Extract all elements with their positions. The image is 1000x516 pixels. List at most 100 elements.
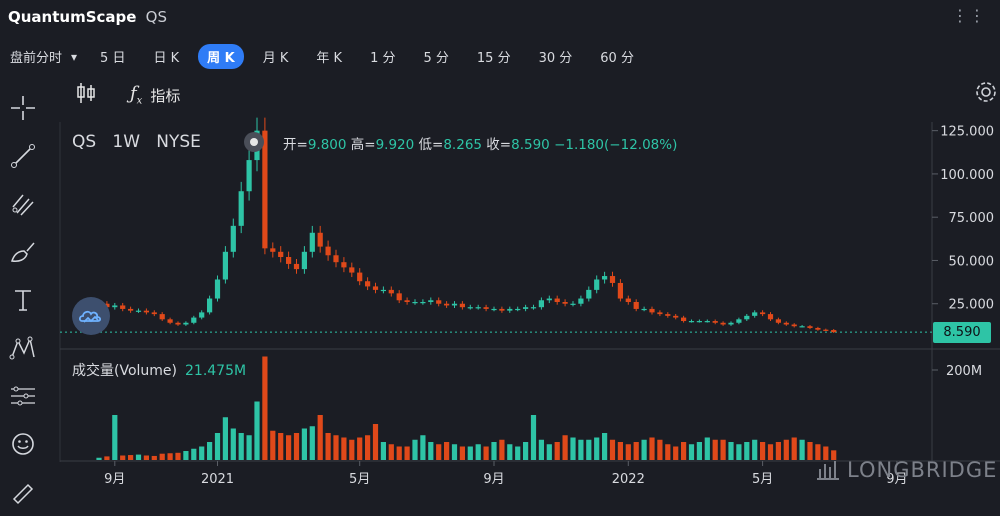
volume-bar — [459, 446, 465, 460]
volume-bar — [641, 439, 647, 460]
candle-body — [641, 308, 647, 311]
volume-bar — [467, 446, 473, 460]
volume-bar — [499, 439, 505, 460]
candle-body — [309, 232, 315, 252]
volume-tick-label: 200M — [946, 364, 982, 379]
candle-body — [412, 302, 418, 304]
volume-bar — [428, 442, 434, 460]
volume-bar — [222, 417, 228, 460]
volume-bar — [491, 442, 497, 460]
candle-body — [617, 282, 623, 299]
candle-body — [444, 303, 450, 306]
candle-body — [459, 303, 465, 308]
brand-name: LONGBRIDGE — [847, 458, 998, 482]
volume-bar — [151, 455, 157, 460]
volume-bar — [625, 444, 631, 460]
candle-body — [475, 307, 481, 309]
ohlc-readout: 开=9.800 高=9.920 低=8.265 收=8.590 −1.180(−… — [283, 133, 677, 153]
candle-body — [191, 317, 197, 323]
candle-body — [807, 326, 813, 328]
volume-bar — [309, 426, 315, 460]
candle-body — [649, 308, 655, 313]
chart-visibility-toggle[interactable] — [243, 131, 265, 157]
change-percent: (−12.08%) — [604, 137, 678, 153]
volume-bar — [767, 444, 774, 460]
volume-bar — [404, 446, 410, 460]
candle-body — [135, 310, 142, 312]
volume-bar — [752, 439, 758, 460]
volume-bar — [357, 437, 363, 460]
volume-bar — [167, 453, 173, 460]
candle-body — [712, 321, 718, 323]
volume-bar — [578, 439, 584, 460]
price-tick-label: 100.000 — [940, 168, 994, 183]
volume-bar — [791, 437, 797, 460]
candle-body — [207, 298, 213, 313]
candle-body — [388, 289, 394, 294]
volume-bar — [783, 439, 789, 460]
volume-bar — [191, 448, 197, 460]
low-label: 低= — [418, 137, 444, 153]
volume-bar — [538, 439, 544, 460]
volume-bar — [175, 452, 181, 460]
volume-bar — [388, 444, 394, 460]
chart-exchange: NYSE — [156, 132, 201, 152]
candle-body — [396, 293, 402, 301]
candle-body — [594, 279, 600, 290]
candle-body — [428, 300, 434, 302]
candle-body — [815, 327, 821, 330]
volume-bar — [775, 442, 781, 460]
candle-body — [831, 330, 837, 333]
volume-bar — [246, 435, 252, 460]
volume-bar — [104, 456, 110, 460]
candle-body — [293, 263, 300, 270]
volume-label: 成交量(Volume) 21.475M — [72, 360, 246, 380]
volume-bar — [349, 439, 355, 460]
volume-bar — [270, 430, 276, 460]
time-tick-label: 5月 — [752, 472, 773, 487]
candle-body — [728, 322, 734, 325]
candle-body — [270, 248, 276, 252]
candle-body — [736, 319, 742, 323]
candle-body — [538, 300, 544, 308]
cloud-icon[interactable] — [72, 297, 110, 335]
candle-body — [175, 322, 181, 325]
volume-bar — [688, 444, 695, 460]
volume-bar — [333, 435, 339, 460]
volume-bar — [483, 446, 489, 460]
candle-body — [783, 322, 789, 325]
candle-body — [286, 257, 292, 264]
candle-body — [128, 308, 134, 311]
open-label: 开= — [283, 137, 308, 153]
volume-bar — [120, 455, 126, 460]
volume-bar — [657, 439, 663, 460]
brand-watermark: LONGBRIDGE — [815, 458, 997, 482]
candle-body — [799, 326, 805, 328]
longbridge-logo-icon — [817, 461, 839, 480]
high-value: 9.920 — [375, 137, 415, 153]
candle-body — [357, 272, 363, 282]
candle-body — [657, 312, 663, 315]
candle-body — [515, 308, 521, 311]
candle-body — [665, 314, 671, 316]
candle-body — [720, 322, 726, 325]
volume-bar — [135, 454, 142, 460]
candle-body — [301, 251, 307, 270]
price-tick-label: 50.000 — [949, 254, 995, 269]
candle-body — [562, 302, 568, 304]
time-tick-label: 9月 — [104, 472, 125, 487]
price-chart[interactable]: 25.000 50.000 75.000 100.000 125.000 200M 9月 20… — [0, 0, 1000, 491]
low-value: 8.265 — [443, 137, 482, 153]
volume-bar — [602, 433, 608, 460]
candle-body — [570, 303, 576, 305]
high-label: 高= — [350, 137, 376, 153]
volume-bar — [199, 446, 205, 460]
candle-body — [696, 321, 702, 323]
volume-bar — [451, 444, 458, 460]
candle-body — [744, 315, 750, 320]
volume-bar — [546, 444, 552, 460]
candle-body — [380, 289, 386, 292]
candle-body — [238, 191, 244, 226]
time-tick-label: 2022 — [612, 472, 645, 487]
chart-interval: 1W — [112, 132, 141, 152]
